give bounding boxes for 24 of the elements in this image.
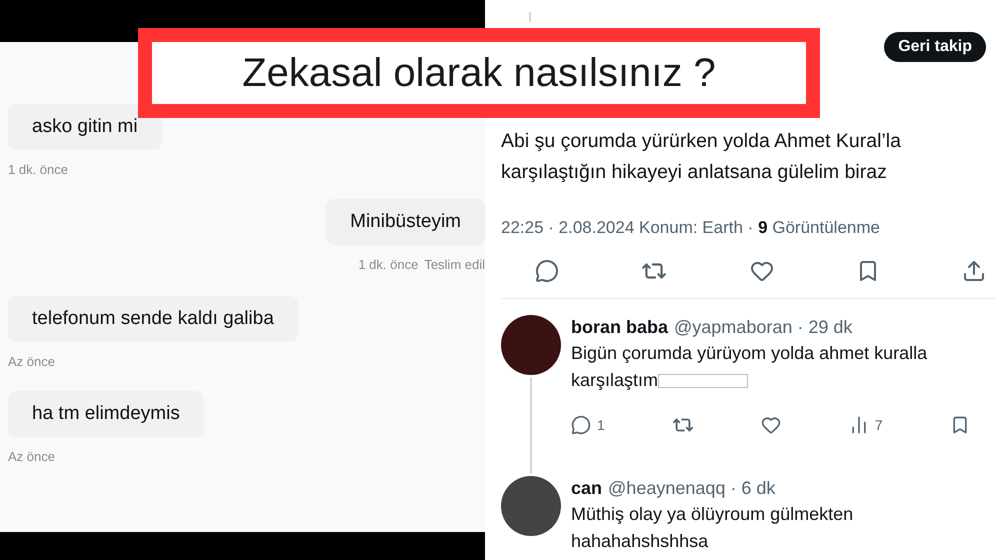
banner-title: Zekasal olarak nasılsınız ? — [242, 50, 716, 96]
reply-text: Müthiş olay ya ölüyroum gülmekten hahahahshshhsa — [571, 503, 854, 553]
reply-icon — [571, 415, 591, 435]
message-time: Az önce — [8, 354, 55, 369]
share-icon[interactable] — [962, 258, 986, 284]
message-time: Az önce — [8, 449, 55, 464]
user-name[interactable]: can — [571, 478, 602, 499]
tweet-text: Abi şu çorumda yürürken yolda Ahmet Kural’la karşılaştığın hikayeyi anlatsana gülelim biraz — [501, 129, 902, 185]
message-bubble: Minibüsteyim — [326, 199, 485, 245]
message-time: 1 dk. önce — [358, 257, 418, 272]
user-handle: @yapmaboran · 29 dk — [674, 317, 852, 338]
message-bubble: ha tm elimdeymis — [8, 391, 204, 437]
user-name[interactable]: boran baba — [571, 317, 668, 338]
tweet-meta: 22:25 · 2.08.2024 Konum: Earth · 9 Görüntülenme — [501, 218, 881, 238]
message-bubble: asko gitin mi — [8, 104, 162, 150]
delivery-status: Teslim edil — [424, 257, 485, 272]
message-time: 1 dk. önce — [8, 162, 68, 177]
reply-icon[interactable] — [535, 258, 559, 284]
follow-back-button[interactable]: Geri takip — [884, 32, 986, 62]
reply-button[interactable]: 1 — [571, 414, 605, 436]
user-handle: @heaynenaqq · 6 dk — [608, 478, 776, 499]
reply-text: Bigün çorumda yürüyom yolda ahmet kuralla karşılaştım — [571, 342, 928, 392]
views-button[interactable]: 7 — [848, 414, 883, 436]
message-bubble: telefonum sende kaldı galiba — [8, 296, 298, 342]
